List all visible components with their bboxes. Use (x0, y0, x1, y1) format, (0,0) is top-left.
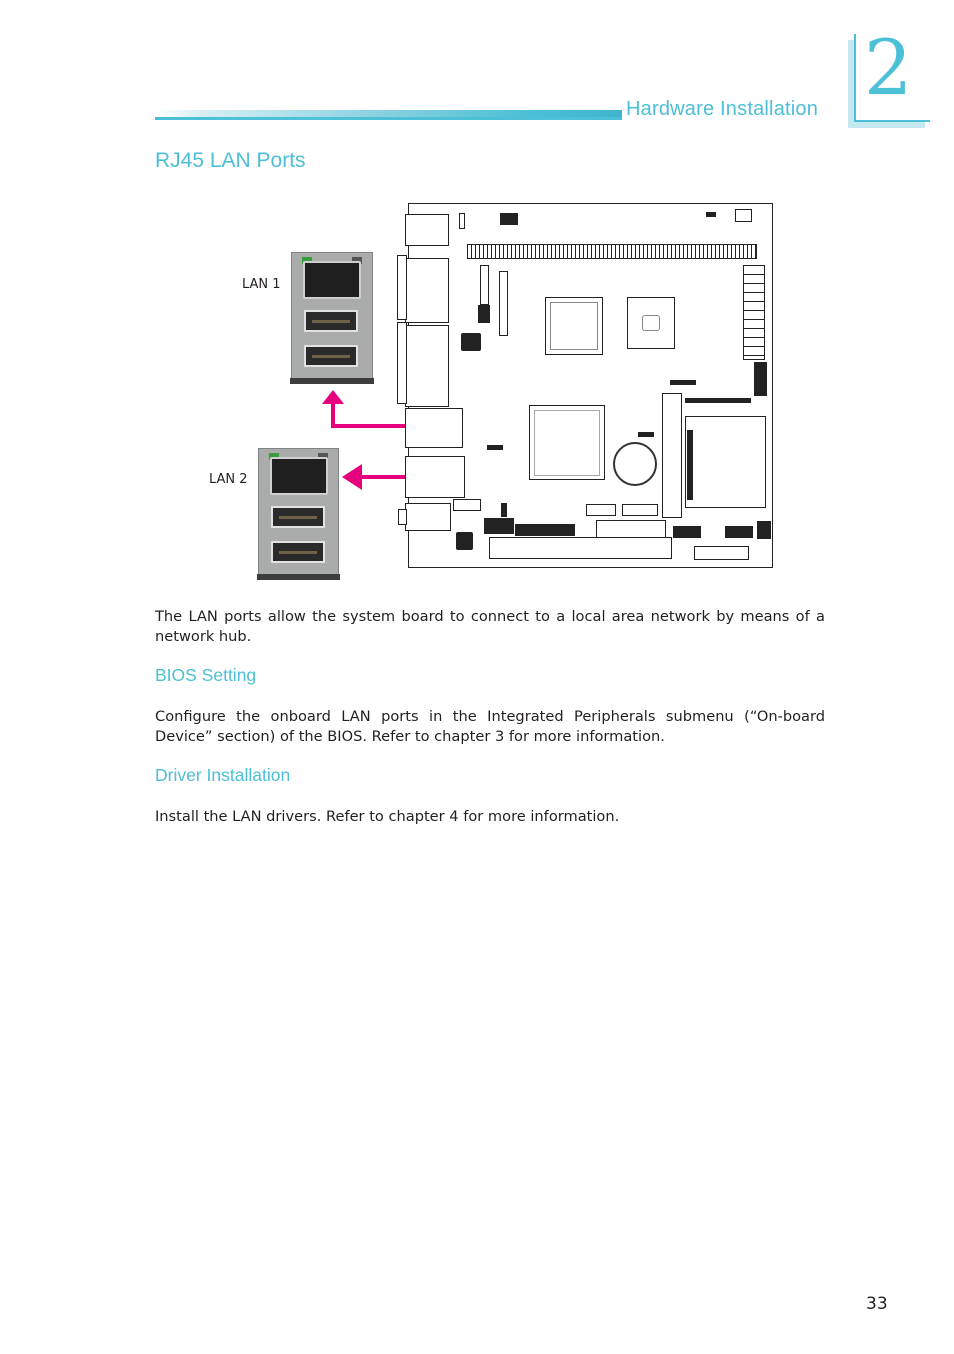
lpc-header (499, 271, 508, 336)
bios-setting-paragraph: Configure the onboard LAN ports in the I… (155, 708, 825, 745)
audio-jack (398, 509, 407, 525)
motherboard-diagram (397, 203, 773, 568)
lan2-port-image (257, 448, 340, 580)
rj45-jack-icon (303, 261, 361, 299)
cpu-chip (545, 297, 603, 355)
bios-setting-heading: BIOS Setting (155, 665, 257, 685)
lan1-port-image (290, 252, 374, 384)
rj45-jack-icon (270, 457, 328, 495)
jumper-header (459, 213, 465, 229)
battery-socket (613, 442, 657, 486)
sata-connector (586, 504, 616, 516)
vga-connector (405, 258, 449, 323)
com-bracket (397, 322, 407, 404)
intro-paragraph: The LAN ports allow the system board to … (155, 608, 825, 645)
chip-die (534, 410, 600, 476)
chapter-number: 2 (864, 23, 913, 112)
jumper-header (500, 213, 518, 225)
usb-header (484, 518, 514, 534)
mini-pci-slot (694, 546, 749, 560)
port-base (257, 574, 340, 580)
ide-connector (662, 393, 682, 518)
lan2-label: LAN 2 (209, 472, 248, 487)
usb-port-icon (304, 310, 358, 332)
southbridge-chip (529, 405, 605, 480)
cf-pins (687, 430, 693, 500)
driver-installation-paragraph: Install the LAN drivers. Refer to chapte… (155, 808, 620, 825)
pci-slot (467, 244, 757, 259)
header-vertical (480, 265, 489, 305)
port-base (290, 378, 374, 384)
audio-connector (405, 503, 451, 531)
usb-port-icon (271, 541, 325, 563)
usb-header (725, 526, 753, 538)
vga-bracket (397, 255, 407, 320)
jumper-header (670, 380, 696, 385)
chip-die (642, 315, 660, 331)
fan-connector (453, 499, 481, 511)
driver-installation-heading: Driver Installation (155, 765, 291, 785)
ps2-connector (405, 214, 449, 246)
io-chip (461, 333, 481, 351)
jumper-header (487, 445, 503, 450)
header-rule (155, 117, 622, 120)
jumper-block (757, 521, 771, 539)
led (706, 212, 716, 217)
lan2-arrow-icon (342, 464, 405, 490)
com-connector (405, 325, 449, 407)
lan1-arrow-icon (322, 390, 405, 428)
jumper-header (638, 432, 654, 437)
section-title: Hardware Installation (626, 98, 819, 120)
jumper-block (754, 362, 767, 396)
front-panel-header (515, 524, 575, 536)
usb-port-icon (304, 345, 358, 367)
cf-header (685, 398, 751, 403)
jumper-block (478, 305, 490, 323)
lan1-connector (405, 408, 463, 448)
bios-chip (456, 532, 473, 550)
pcie-slot (489, 537, 672, 559)
jumper-header (501, 503, 507, 517)
lan1-label: LAN 1 (242, 277, 281, 292)
compactflash-socket (685, 416, 766, 508)
usb-header (673, 526, 701, 538)
usb-port-icon (271, 506, 325, 528)
atx-power-connector (743, 265, 765, 360)
northbridge-chip (627, 297, 675, 349)
cpu-die (550, 302, 598, 350)
sata-connector (622, 504, 658, 516)
page-number: 33 (866, 1294, 888, 1314)
lan2-connector (405, 456, 465, 498)
fan-connector (735, 209, 752, 222)
page-title: RJ45 LAN Ports (155, 149, 306, 172)
